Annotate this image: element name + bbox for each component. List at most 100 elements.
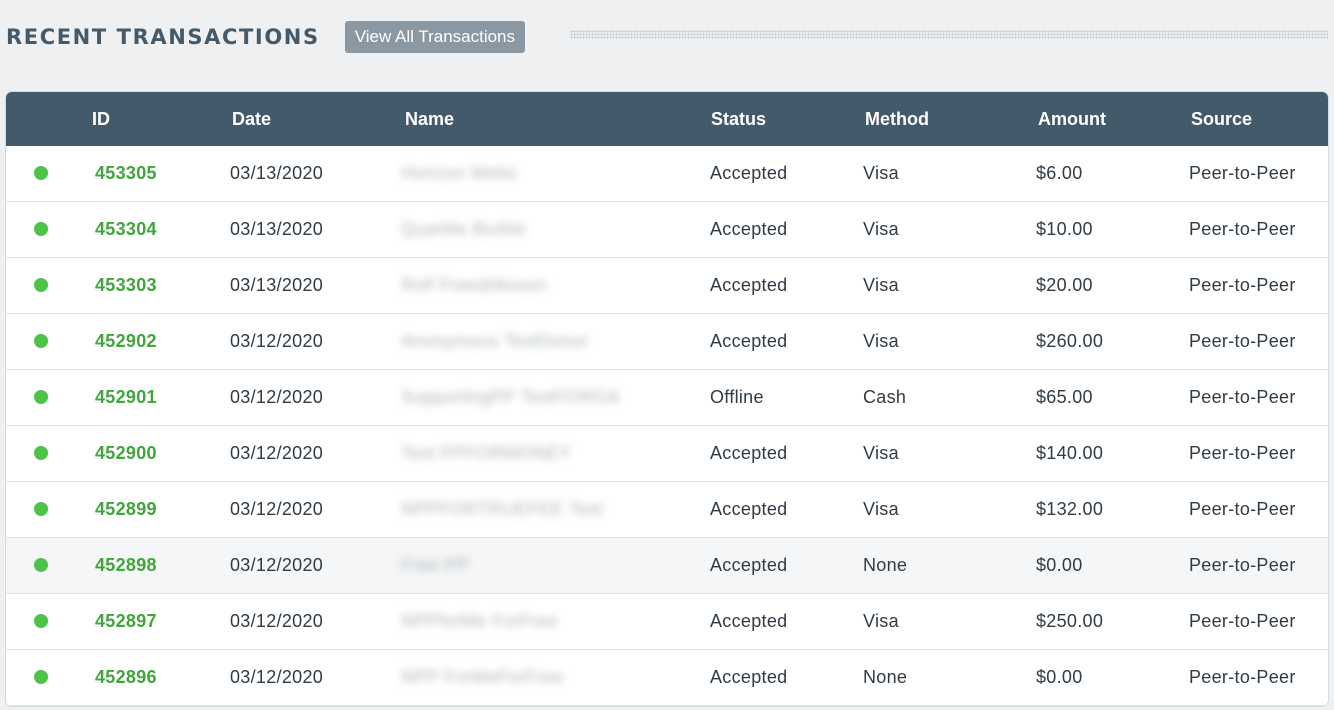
transaction-method: None [863,667,908,687]
transaction-method: Cash [863,387,907,407]
transaction-source: Peer-to-Peer [1189,275,1296,295]
transaction-method: Visa [863,331,899,351]
transaction-status: Accepted [710,555,788,575]
transaction-id-link[interactable]: 453303 [95,258,157,313]
transaction-name: Anonymous TestDonor [401,331,589,351]
status-dot-icon [34,390,48,404]
transaction-status: Offline [710,387,764,407]
transaction-status: Accepted [710,163,788,183]
transaction-name: Test PPFORMONEY [401,443,572,463]
transaction-id-link[interactable]: 453305 [95,146,157,201]
table-row[interactable]: 453305 03/13/2020 Horizon Webs Accepted … [6,146,1328,202]
status-dot-icon [34,278,48,292]
status-dot-icon [34,166,48,180]
transaction-date: 03/12/2020 [230,667,324,687]
transaction-source: Peer-to-Peer [1189,331,1296,351]
transaction-status: Accepted [710,611,788,631]
transaction-amount: $260.00 [1036,331,1104,351]
transaction-id-link[interactable]: 452898 [95,538,157,593]
table-row[interactable]: 452898 03/12/2020 Free PP Accepted None … [6,538,1328,594]
transaction-date: 03/12/2020 [230,499,324,519]
transaction-date: 03/12/2020 [230,611,324,631]
column-header-amount[interactable]: Amount [1038,92,1106,146]
transaction-method: Visa [863,499,899,519]
table-row[interactable]: 452902 03/12/2020 Anonymous TestDonor Ac… [6,314,1328,370]
status-dot-icon [34,670,48,684]
transaction-source: Peer-to-Peer [1189,219,1296,239]
table-row[interactable]: 452897 03/12/2020 NPPforMe ForFree Accep… [6,594,1328,650]
transaction-amount: $20.00 [1036,275,1093,295]
transaction-name: NPPforMe ForFree [401,611,558,631]
transaction-source: Peer-to-Peer [1189,443,1296,463]
table-row[interactable]: 452899 03/12/2020 NPPFORTRUEFEE Test Acc… [6,482,1328,538]
transaction-id-link[interactable]: 452899 [95,482,157,537]
transaction-amount: $140.00 [1036,443,1104,463]
status-dot-icon [34,222,48,236]
transaction-name: SupportingPP TestFORGA [401,387,621,407]
view-all-transactions-button[interactable]: View All Transactions [344,21,526,53]
transaction-amount: $0.00 [1036,555,1083,575]
transaction-name: NPPFORTRUEFEE Test [401,499,603,519]
column-header-name[interactable]: Name [405,92,454,146]
transaction-amount: $10.00 [1036,219,1093,239]
transaction-method: Visa [863,163,899,183]
transaction-name: Quarble Burble [401,219,527,239]
transaction-status: Accepted [710,275,788,295]
transaction-id-link[interactable]: 452900 [95,426,157,481]
transaction-name: NPP ForMeForFree [401,667,564,687]
transaction-name: Free PP [401,555,470,575]
transaction-date: 03/12/2020 [230,331,324,351]
table-row[interactable]: 452896 03/12/2020 NPP ForMeForFree Accep… [6,650,1328,706]
transaction-id-link[interactable]: 452902 [95,314,157,369]
transaction-date: 03/12/2020 [230,443,324,463]
column-header-source[interactable]: Source [1191,92,1252,146]
transaction-method: Visa [863,219,899,239]
column-header-method[interactable]: Method [865,92,929,146]
transaction-amount: $132.00 [1036,499,1104,519]
transaction-method: Visa [863,443,899,463]
table-row[interactable]: 452901 03/12/2020 SupportingPP TestFORGA… [6,370,1328,426]
transaction-method: Visa [863,611,899,631]
transaction-date: 03/13/2020 [230,163,324,183]
transaction-source: Peer-to-Peer [1189,163,1296,183]
transaction-status: Accepted [710,331,788,351]
transaction-status: Accepted [710,499,788,519]
transaction-source: Peer-to-Peer [1189,667,1296,687]
transaction-id-link[interactable]: 452897 [95,594,157,649]
transaction-name: Horizon Webs [401,163,518,183]
table-body: 453305 03/13/2020 Horizon Webs Accepted … [6,146,1328,706]
transaction-source: Peer-to-Peer [1189,611,1296,631]
transaction-status: Accepted [710,443,788,463]
table-header: ID Date Name Status Method Amount Source [6,92,1328,146]
transaction-id-link[interactable]: 452896 [95,650,157,705]
table-row[interactable]: 453303 03/13/2020 Rolf Freedriksson Acce… [6,258,1328,314]
status-dot-icon [34,334,48,348]
transaction-id-link[interactable]: 452901 [95,370,157,425]
transaction-source: Peer-to-Peer [1189,555,1296,575]
transaction-date: 03/13/2020 [230,219,324,239]
status-dot-icon [34,558,48,572]
transactions-table: ID Date Name Status Method Amount Source… [6,92,1328,706]
transaction-id-link[interactable]: 453304 [95,202,157,257]
section-title: RECENT TRANSACTIONS [6,25,320,49]
section-header: RECENT TRANSACTIONS View All Transaction… [6,20,1328,54]
status-dot-icon [34,446,48,460]
transaction-method: None [863,555,908,575]
transaction-source: Peer-to-Peer [1189,499,1296,519]
column-header-date[interactable]: Date [232,92,271,146]
transaction-date: 03/13/2020 [230,275,324,295]
transaction-amount: $250.00 [1036,611,1104,631]
column-header-id[interactable]: ID [92,92,110,146]
transaction-amount: $6.00 [1036,163,1083,183]
table-row[interactable]: 452900 03/12/2020 Test PPFORMONEY Accept… [6,426,1328,482]
transaction-status: Accepted [710,219,788,239]
table-row[interactable]: 453304 03/13/2020 Quarble Burble Accepte… [6,202,1328,258]
transaction-amount: $0.00 [1036,667,1083,687]
transaction-method: Visa [863,275,899,295]
transaction-amount: $65.00 [1036,387,1093,407]
transaction-date: 03/12/2020 [230,387,324,407]
transaction-source: Peer-to-Peer [1189,387,1296,407]
column-header-status[interactable]: Status [711,92,766,146]
transaction-name: Rolf Freedriksson [401,275,548,295]
status-dot-icon [34,614,48,628]
